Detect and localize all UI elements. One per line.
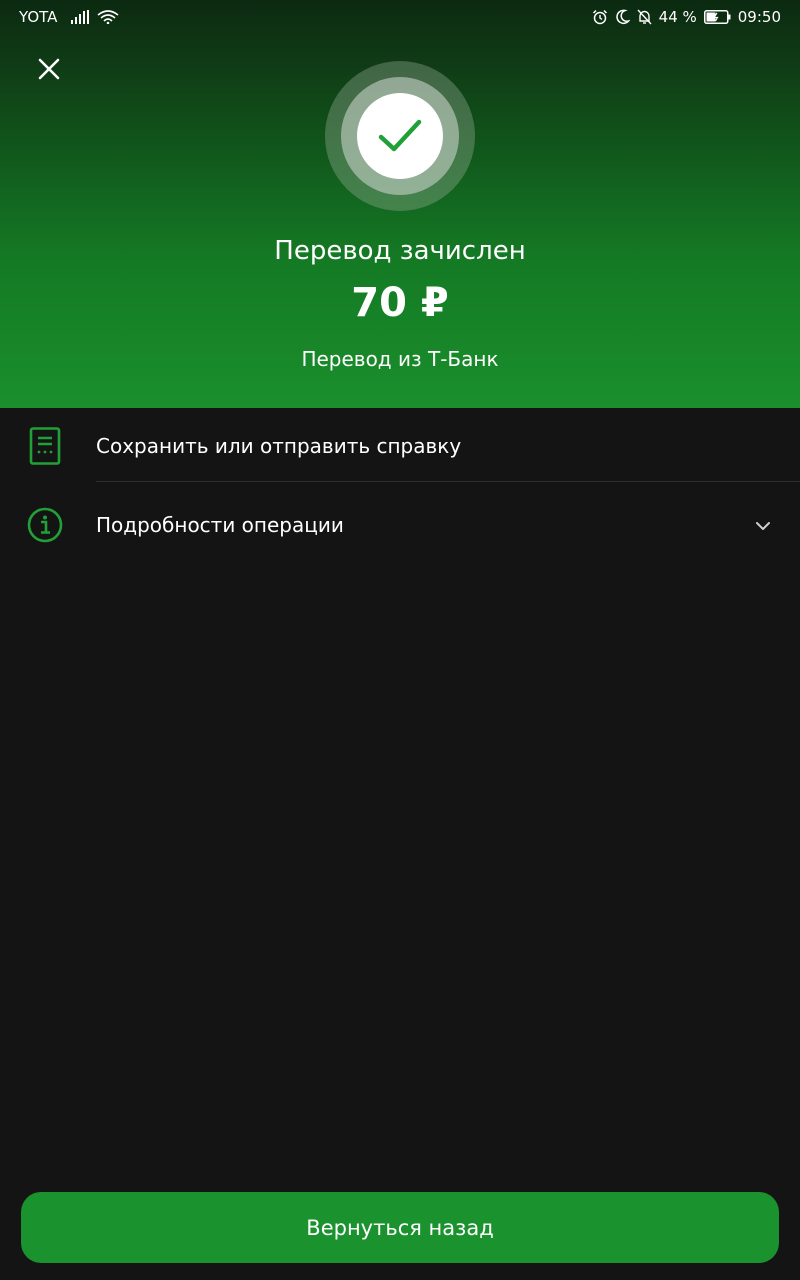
operation-details-label: Подробности операции <box>96 513 344 537</box>
transfer-amount: 70 ₽ <box>351 280 449 326</box>
list-divider <box>96 481 800 482</box>
save-receipt-label: Сохранить или отправить справку <box>96 434 462 458</box>
transfer-success-screen: YOTA 44 % 09:50 Перевод зачислен 70 ₽ Пе… <box>0 0 800 1280</box>
check-icon <box>378 119 422 152</box>
battery-percent: 44 % <box>658 8 697 26</box>
operation-details-item[interactable]: Подробности операции <box>0 487 800 563</box>
carrier-label: YOTA <box>19 8 58 26</box>
success-circle <box>357 93 443 179</box>
info-icon <box>26 506 64 544</box>
battery-icon <box>703 10 731 24</box>
wifi-icon <box>97 10 119 24</box>
clock: 09:50 <box>737 8 781 26</box>
close-icon <box>38 58 60 80</box>
page-title: Перевод зачислен <box>274 236 526 266</box>
transfer-source: Перевод из Т-Банк <box>301 347 499 371</box>
chevron-down-icon[interactable] <box>750 513 776 539</box>
success-badge <box>325 61 475 211</box>
status-bar: YOTA 44 % 09:50 <box>0 0 800 34</box>
bell-off-icon <box>637 9 652 25</box>
signal-icon <box>71 10 90 24</box>
alarm-icon <box>592 9 608 25</box>
receipt-icon <box>26 427 64 465</box>
moon-icon <box>615 9 630 25</box>
close-button[interactable] <box>28 48 70 90</box>
status-left: YOTA <box>19 8 119 26</box>
back-button[interactable]: Вернуться назад <box>21 1192 779 1263</box>
save-receipt-item[interactable]: Сохранить или отправить справку <box>0 408 800 484</box>
status-right: 44 % 09:50 <box>592 8 781 26</box>
